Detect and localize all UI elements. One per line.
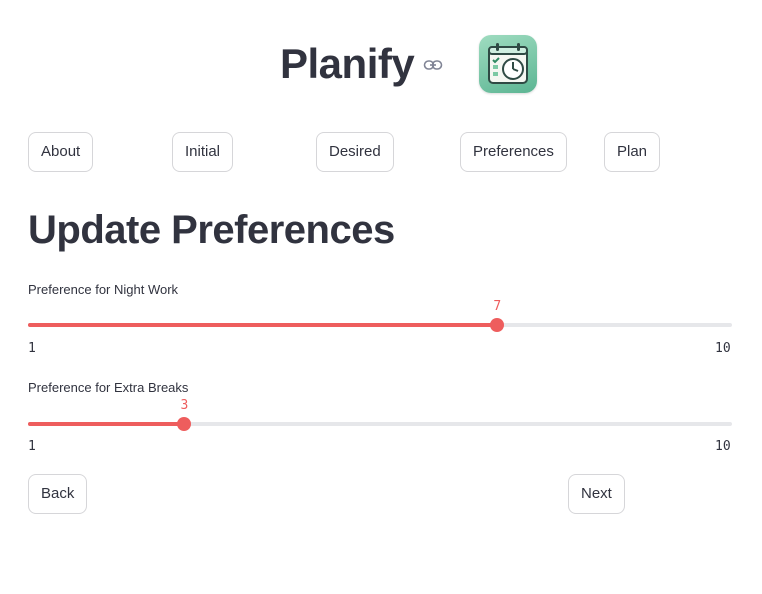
extra-breaks-slider-max: 10 — [715, 439, 731, 454]
back-button[interactable]: Back — [28, 474, 88, 514]
app-logo-icon — [479, 35, 537, 93]
extra-breaks-slider-value: 3 — [180, 398, 189, 413]
app-title: Planify — [280, 40, 415, 87]
extra-breaks-slider[interactable]: 3 — [28, 398, 732, 431]
night-work-slider-label: Preference for Night Work — [28, 282, 179, 297]
extra-breaks-slider-min: 1 — [28, 439, 36, 454]
night-work-slider-max: 10 — [715, 341, 731, 356]
extra-breaks-slider-thumb[interactable] — [177, 417, 192, 431]
night-work-slider[interactable]: 7 — [28, 299, 732, 332]
page-title: Update Preferences — [28, 208, 395, 252]
night-work-slider-min: 1 — [28, 341, 36, 356]
app-header: Planify — [0, 34, 762, 96]
extra-breaks-slider-label: Preference for Extra Breaks — [28, 380, 189, 395]
next-button[interactable]: Next — [568, 474, 625, 514]
extra-breaks-slider-fill — [28, 422, 185, 426]
nav-plan-button[interactable]: Plan — [604, 132, 661, 172]
night-work-slider-value: 7 — [493, 299, 502, 314]
nav-initial-button[interactable]: Initial — [172, 132, 234, 172]
nav-about-button[interactable]: About — [28, 132, 94, 172]
link-icon[interactable] — [423, 58, 443, 72]
night-work-slider-thumb[interactable] — [490, 318, 505, 332]
nav-desired-button[interactable]: Desired — [316, 132, 394, 172]
night-work-slider-fill — [28, 323, 498, 327]
nav-preferences-button[interactable]: Preferences — [460, 132, 567, 172]
